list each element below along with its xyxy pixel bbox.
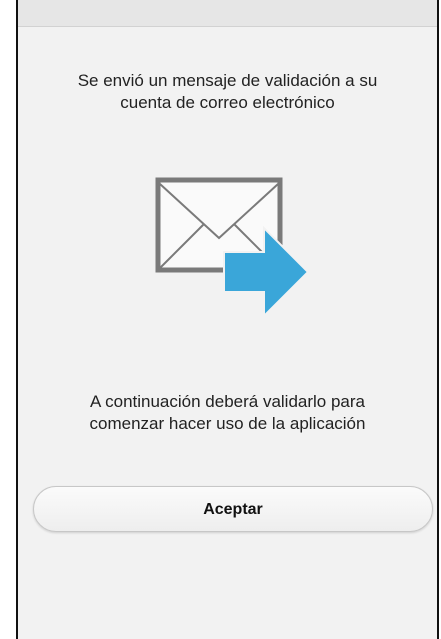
accept-button[interactable]: Aceptar — [33, 486, 433, 532]
mail-send-icon — [154, 176, 314, 319]
validation-instruction: A continuación deberá validarlo para com… — [89, 392, 366, 433]
app-screen: Se envió un mensaje de validación a su c… — [16, 0, 439, 639]
validation-sent-message: Se envió un mensaje de validación a su c… — [77, 71, 378, 112]
top-bar — [18, 0, 437, 27]
